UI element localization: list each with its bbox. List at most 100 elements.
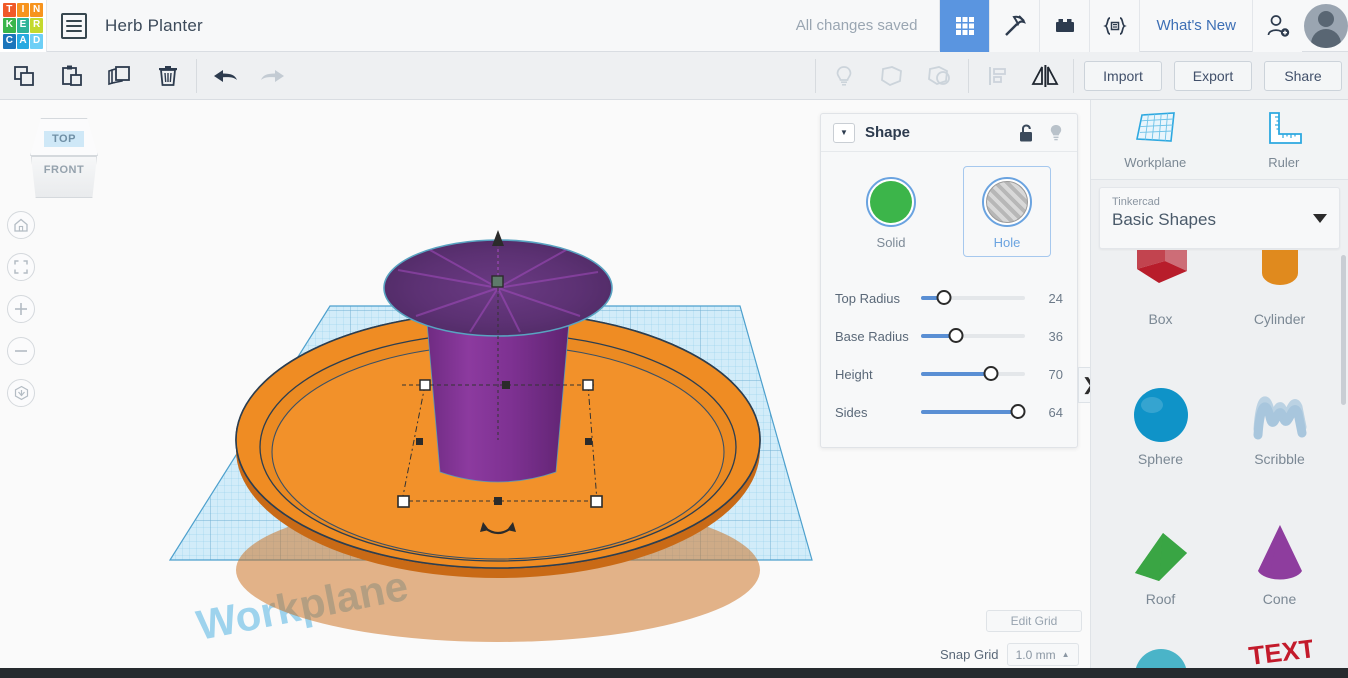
unlock-icon[interactable]: [1017, 123, 1035, 143]
lightbulb-icon: [836, 65, 852, 86]
home-view-button[interactable]: [7, 211, 35, 239]
shape-gallery-row: Roof Cone: [1101, 485, 1339, 625]
logo-tile-k: K: [3, 18, 16, 33]
grid-icon: [955, 16, 974, 35]
slider-knob[interactable]: [1010, 404, 1026, 419]
slider-label-top-radius: Top Radius: [835, 290, 901, 306]
import-button[interactable]: Import: [1084, 60, 1162, 91]
slider-knob[interactable]: [983, 366, 999, 381]
divider: [1073, 58, 1074, 93]
slider-sides[interactable]: [921, 404, 1026, 419]
minus-icon: [15, 350, 27, 352]
lightbulb-icon[interactable]: [1047, 123, 1065, 143]
roof-shape-icon: [1134, 533, 1187, 581]
shape-item-scribble[interactable]: Scribble: [1220, 345, 1339, 485]
slider-knob[interactable]: [948, 328, 964, 343]
redo-arrow-icon: [261, 69, 284, 82]
delete-button[interactable]: [144, 52, 192, 100]
slider-value-top-radius: 24: [1048, 290, 1063, 306]
copy-icon: [14, 65, 34, 86]
perspective-toggle-button[interactable]: [7, 379, 35, 407]
snap-grid-select[interactable]: 1.0 mm ▲: [1006, 643, 1079, 666]
text-shape-icon: TEXT: [1248, 635, 1312, 668]
view-cube-top-face[interactable]: TOP: [30, 118, 98, 156]
shapes-sidebar: Workplane Ruler Tinkercad Basic Shapes B…: [1090, 100, 1348, 668]
group-shapes-icon: [881, 65, 902, 86]
avatar[interactable]: [1304, 3, 1348, 48]
mirror-button[interactable]: [1021, 52, 1069, 100]
zoom-in-button[interactable]: [7, 295, 35, 323]
mirror-icon: [1031, 64, 1059, 87]
slider-row-top-radius: Top Radius 24: [835, 279, 1063, 317]
slider-height[interactable]: [921, 366, 1025, 381]
shape-item-text-shape[interactable]: TEXT: [1220, 625, 1339, 668]
copy-button[interactable]: [0, 52, 48, 100]
view-cube-front-face[interactable]: FRONT: [31, 156, 97, 198]
svg-text:TEXT: TEXT: [1248, 635, 1312, 668]
hole-swatch: [982, 177, 1032, 227]
tinkercad-logo[interactable]: TINKERCAD: [0, 0, 46, 52]
shape-gallery-row: TEXT: [1101, 625, 1339, 668]
whats-new-link[interactable]: What's New: [1139, 0, 1252, 52]
page-title: Herb Planter: [105, 15, 203, 35]
shape-library-select[interactable]: Tinkercad Basic Shapes: [1099, 187, 1340, 249]
shape-panel-collapse-button[interactable]: ▼: [833, 122, 855, 143]
tab-codeblocks[interactable]: [1089, 0, 1140, 52]
chevron-up-icon: ▲: [1061, 650, 1070, 659]
logo-tile-n: N: [30, 2, 43, 18]
shape-mode-selector: Solid Hole: [821, 166, 1077, 257]
slider-base-radius[interactable]: [921, 328, 1025, 343]
shape-item-label: Box: [1148, 311, 1173, 327]
add-user-icon: [1267, 14, 1289, 37]
shape-item-cylinder[interactable]: Cylinder: [1220, 250, 1339, 345]
shape-item-dome-shape[interactable]: [1101, 625, 1220, 668]
shape-item-roof[interactable]: Roof: [1101, 485, 1220, 625]
shape-panel-header: ▼ Shape: [821, 114, 1077, 152]
tab-blocks[interactable]: [1039, 0, 1090, 52]
shape-item-label: Roof: [1145, 591, 1176, 607]
lego-brick-icon: [1055, 18, 1074, 32]
shape-item-box[interactable]: Box: [1101, 250, 1220, 345]
shape-mode-solid[interactable]: Solid: [847, 166, 935, 257]
library-name: Basic Shapes: [1112, 210, 1216, 229]
shape-mode-hole[interactable]: Hole: [963, 166, 1051, 257]
divider: [196, 58, 197, 93]
slider-value-base-radius: 36: [1048, 328, 1063, 344]
logo-tile-d: D: [30, 33, 43, 49]
codeblocks-icon: [1103, 16, 1127, 35]
slider-label-base-radius: Base Radius: [835, 328, 909, 344]
view-cube[interactable]: TOP FRONT: [25, 118, 103, 206]
sidebar-item-workplane[interactable]: Workplane: [1091, 100, 1220, 179]
snap-grid-label: Snap Grid: [940, 647, 999, 662]
shape-item-cone[interactable]: Cone: [1220, 485, 1339, 625]
undo-button[interactable]: [201, 52, 249, 100]
scribble-shape-icon: [1253, 396, 1306, 440]
shape-panel-body: Solid Hole Top Radius 24 Base Radius 36 Heigh…: [821, 152, 1077, 447]
slider-top-radius[interactable]: [921, 290, 1025, 305]
share-button[interactable]: Share: [1264, 60, 1342, 91]
logo-tile-a: A: [16, 33, 30, 49]
shape-gallery-scrollbar[interactable]: [1341, 255, 1346, 405]
shape-gallery[interactable]: Box Cylinder Sphere Scribble Roof Cone TEXT: [1091, 250, 1348, 668]
paste-button[interactable]: [48, 52, 96, 100]
tab-design[interactable]: [939, 0, 990, 52]
plus-icon: [15, 303, 27, 315]
shape-item-sphere[interactable]: Sphere: [1101, 345, 1220, 485]
shape-item-label: Cone: [1262, 591, 1297, 607]
slider-knob[interactable]: [936, 290, 952, 305]
sidebar-item-ruler[interactable]: Ruler: [1220, 100, 1348, 179]
slider-row-sides: Sides 64: [835, 393, 1063, 431]
zoom-out-button[interactable]: [7, 337, 35, 365]
sidebar-tools: Workplane Ruler: [1091, 100, 1348, 180]
shape-inspector-panel: ▼ Shape Solid Hole Top Radius 24 Base Radiu…: [820, 113, 1078, 448]
edit-grid-button[interactable]: Edit Grid: [986, 610, 1082, 632]
project-list-icon[interactable]: [61, 12, 87, 39]
pickaxe-icon: [1005, 14, 1026, 36]
duplicate-button[interactable]: [96, 52, 144, 100]
shape-panel-title: Shape: [865, 124, 911, 141]
fit-view-button[interactable]: [7, 253, 35, 281]
invite-user-button[interactable]: [1252, 0, 1302, 52]
tab-minecraft[interactable]: [989, 0, 1040, 52]
snap-grid-control: Snap Grid 1.0 mm ▲: [940, 643, 1079, 666]
export-button[interactable]: Export: [1174, 60, 1252, 91]
